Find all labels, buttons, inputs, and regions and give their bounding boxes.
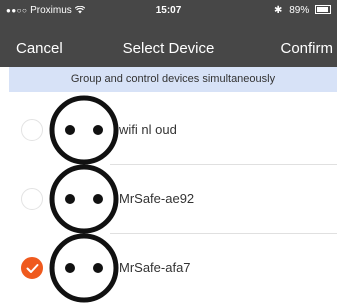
row-divider bbox=[110, 233, 337, 234]
battery-status: ✱ 89% bbox=[274, 5, 331, 16]
radio-unchecked[interactable] bbox=[21, 119, 43, 141]
row-divider bbox=[110, 164, 337, 165]
navigation-bar: Cancel Select Device Confirm bbox=[0, 22, 337, 67]
radio-checked[interactable] bbox=[21, 257, 43, 279]
info-banner: Group and control devices simultaneously bbox=[9, 67, 337, 92]
power-socket-icon bbox=[49, 95, 119, 165]
battery-icon bbox=[315, 5, 331, 14]
radio-unchecked[interactable] bbox=[21, 188, 43, 210]
power-socket-icon bbox=[49, 233, 119, 303]
device-row[interactable]: MrSafe-afa7 bbox=[9, 233, 337, 303]
power-socket-icon bbox=[49, 164, 119, 234]
confirm-button[interactable]: Confirm bbox=[280, 40, 333, 57]
bluetooth-icon: ✱ bbox=[274, 5, 283, 16]
device-name: MrSafe-afa7 bbox=[119, 260, 191, 275]
device-row[interactable]: wifi nl oud bbox=[9, 95, 337, 165]
status-bar: ●●○○ Proximus 15:07 ✱ 89% bbox=[0, 0, 337, 22]
battery-percent: 89% bbox=[289, 5, 310, 16]
device-row[interactable]: MrSafe-ae92 bbox=[9, 164, 337, 234]
device-name: wifi nl oud bbox=[119, 122, 177, 137]
device-name: MrSafe-ae92 bbox=[119, 191, 195, 206]
